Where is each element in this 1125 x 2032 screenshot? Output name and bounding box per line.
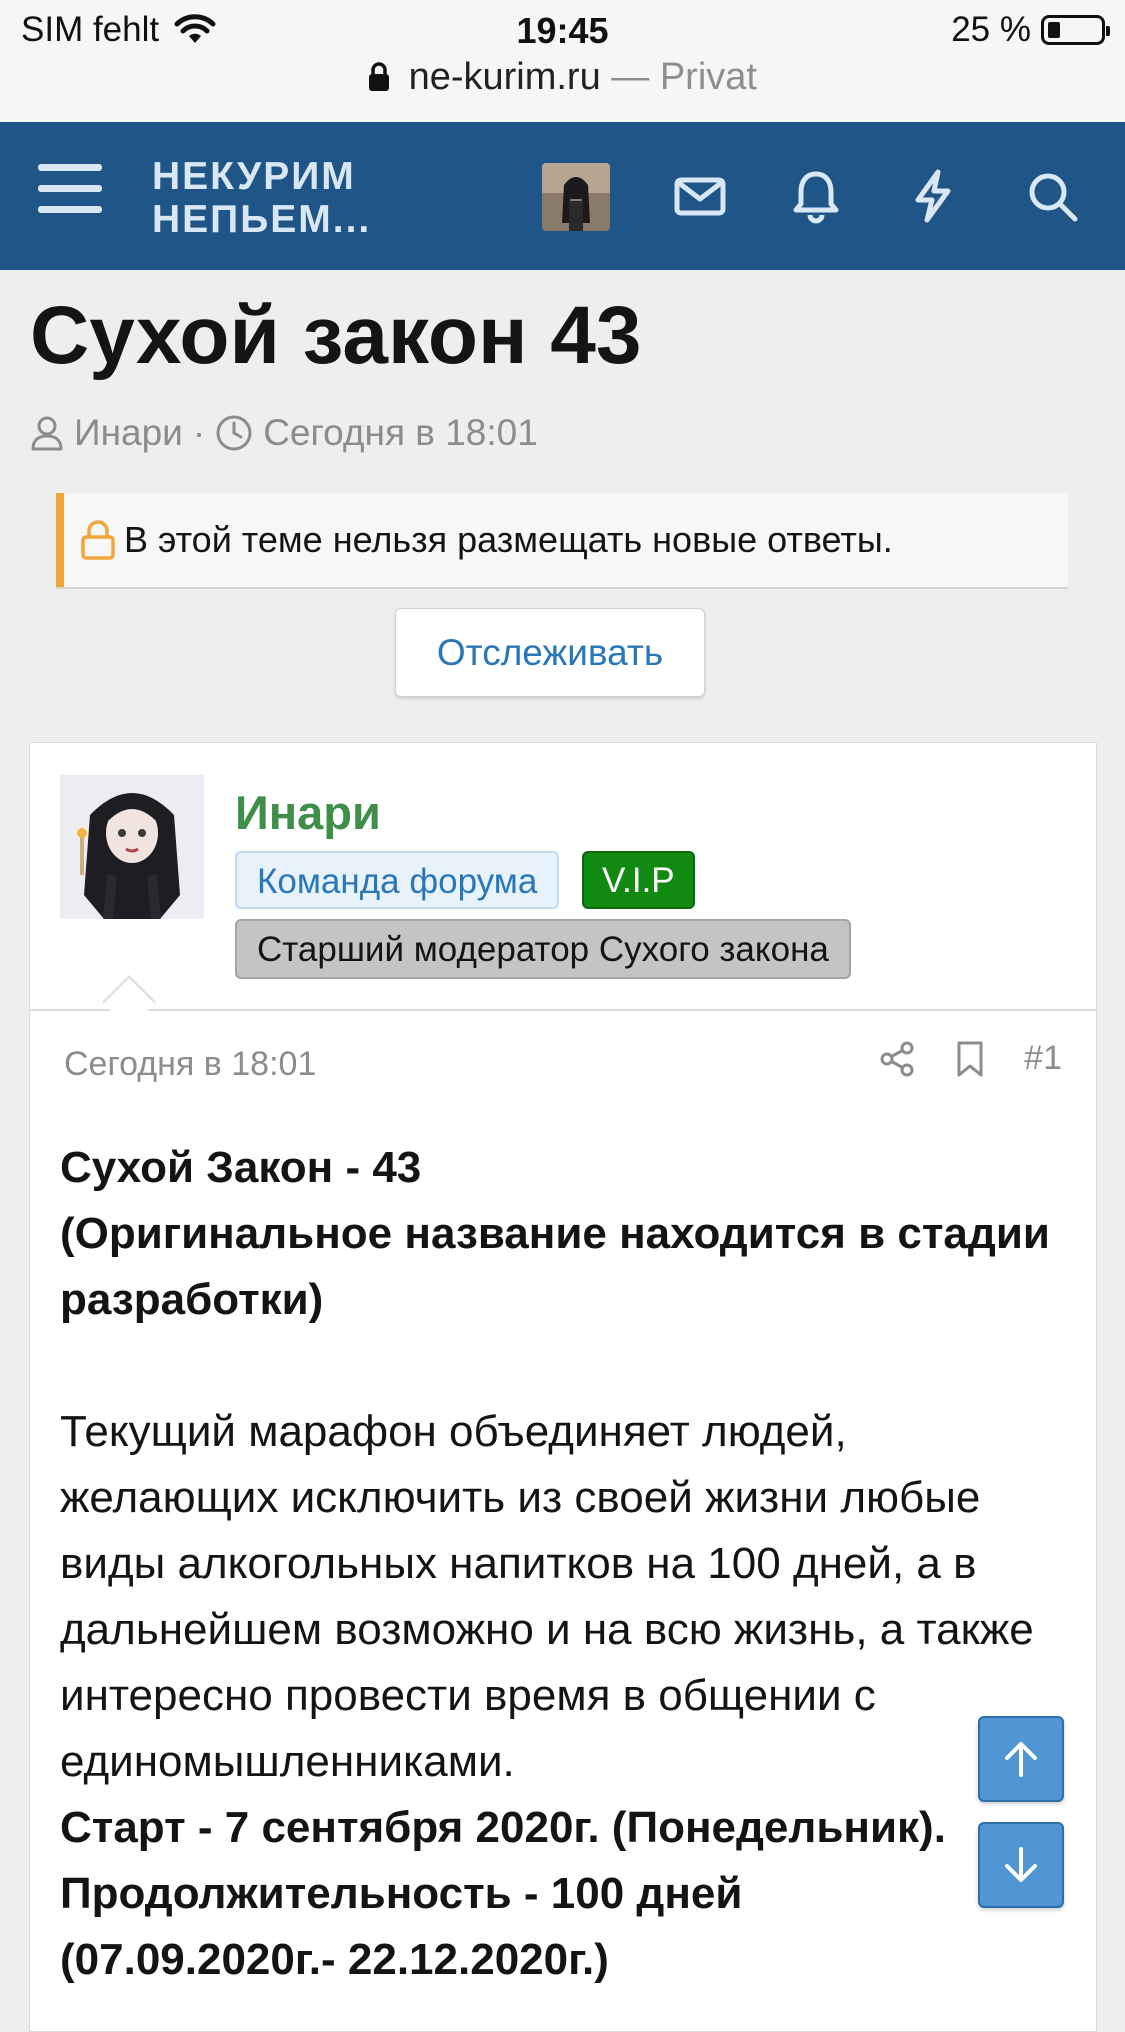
scroll-to-top-button[interactable] [978,1716,1064,1802]
scroll-to-bottom-button[interactable] [978,1822,1064,1908]
post-author-username[interactable]: Инари [235,785,381,840]
user-icon [31,416,63,451]
user-badge-team: Команда форума [235,851,560,909]
arrow-down-icon [1005,1847,1037,1882]
user-avatar[interactable] [542,163,610,231]
arrow-up-icon [1005,1742,1037,1777]
post-heading-line-2: (Оригинальное название находится в стади… [60,1209,1050,1324]
post-card: Инари Команда форума V.I.P Старший модер… [29,742,1097,2032]
bookmark-icon[interactable] [954,1040,986,1078]
post-spacer [60,1333,1070,1399]
site-logo[interactable]: НЕКУРИМ НЕПЬЕМ... [152,155,371,241]
thread-meta: Инари · Сегодня в 18:01 [30,412,538,454]
thread-date-link[interactable]: Сегодня в 18:01 [263,412,538,454]
share-icon[interactable] [878,1040,916,1078]
post-paragraph: Текущий марафон объединяет людей, желающ… [60,1407,1034,1786]
avatar-image [60,775,204,919]
site-header: НЕКУРИМ НЕПЬЕМ... [0,122,1125,270]
post-dates-line: (07.09.2020г.- 22.12.2020г.) [60,1935,609,1984]
post-number-link[interactable]: #1 [1024,1039,1062,1078]
post-duration-line: Продолжительность - 100 дней [60,1869,743,1918]
lock-icon [81,520,115,560]
watch-thread-button[interactable]: Отслеживать [395,608,705,697]
post-author-avatar[interactable] [60,775,204,919]
post-start-line: Старт - 7 сентября 2020г. (Понедельник). [60,1803,946,1852]
logo-line-1: НЕКУРИМ [152,155,356,198]
private-mode-label: — Privat [611,56,757,98]
user-badge-vip: V.I.P [582,851,695,909]
meta-separator: · [192,412,206,453]
menu-icon[interactable] [38,164,102,222]
locked-thread-notice: В этой теме нельзя размещать новые ответ… [56,493,1068,587]
mail-icon[interactable] [671,167,729,225]
battery-percent: 25 % [951,10,1031,49]
lightning-icon[interactable] [904,167,962,225]
post-actions: #1 [878,1039,1062,1078]
post-heading-line-1: Сухой Закон - 43 [60,1143,422,1192]
url-bar[interactable]: ne-kurim.ru — Privat [0,56,1125,99]
thread-author-link[interactable]: Инари [74,412,183,454]
lock-icon [369,62,389,91]
thread-title: Сухой закон 43 [30,290,642,381]
logo-line-2: НЕПЬЕМ... [152,198,372,241]
locked-notice-text: В этой теме нельзя размещать новые ответ… [124,519,893,560]
post-user-block: Инари Команда форума V.I.P Старший модер… [30,743,1096,1011]
post-date-link[interactable]: Сегодня в 18:01 [64,1045,316,1084]
avatar-image [542,163,610,231]
user-badge-role: Старший модератор Сухого закона [235,919,851,979]
status-bar: SIM fehlt 19:45 25 % ne-kurim.ru — Priva… [0,0,1125,122]
search-icon[interactable] [1023,167,1081,225]
clock-icon [216,415,252,451]
status-right: 25 % [951,10,1110,50]
battery-icon [1041,15,1110,45]
url-domain: ne-kurim.ru [408,56,601,98]
bell-icon[interactable] [787,167,845,225]
post-body: Сухой Закон - 43 (Оригинальное название … [60,1135,1070,1993]
